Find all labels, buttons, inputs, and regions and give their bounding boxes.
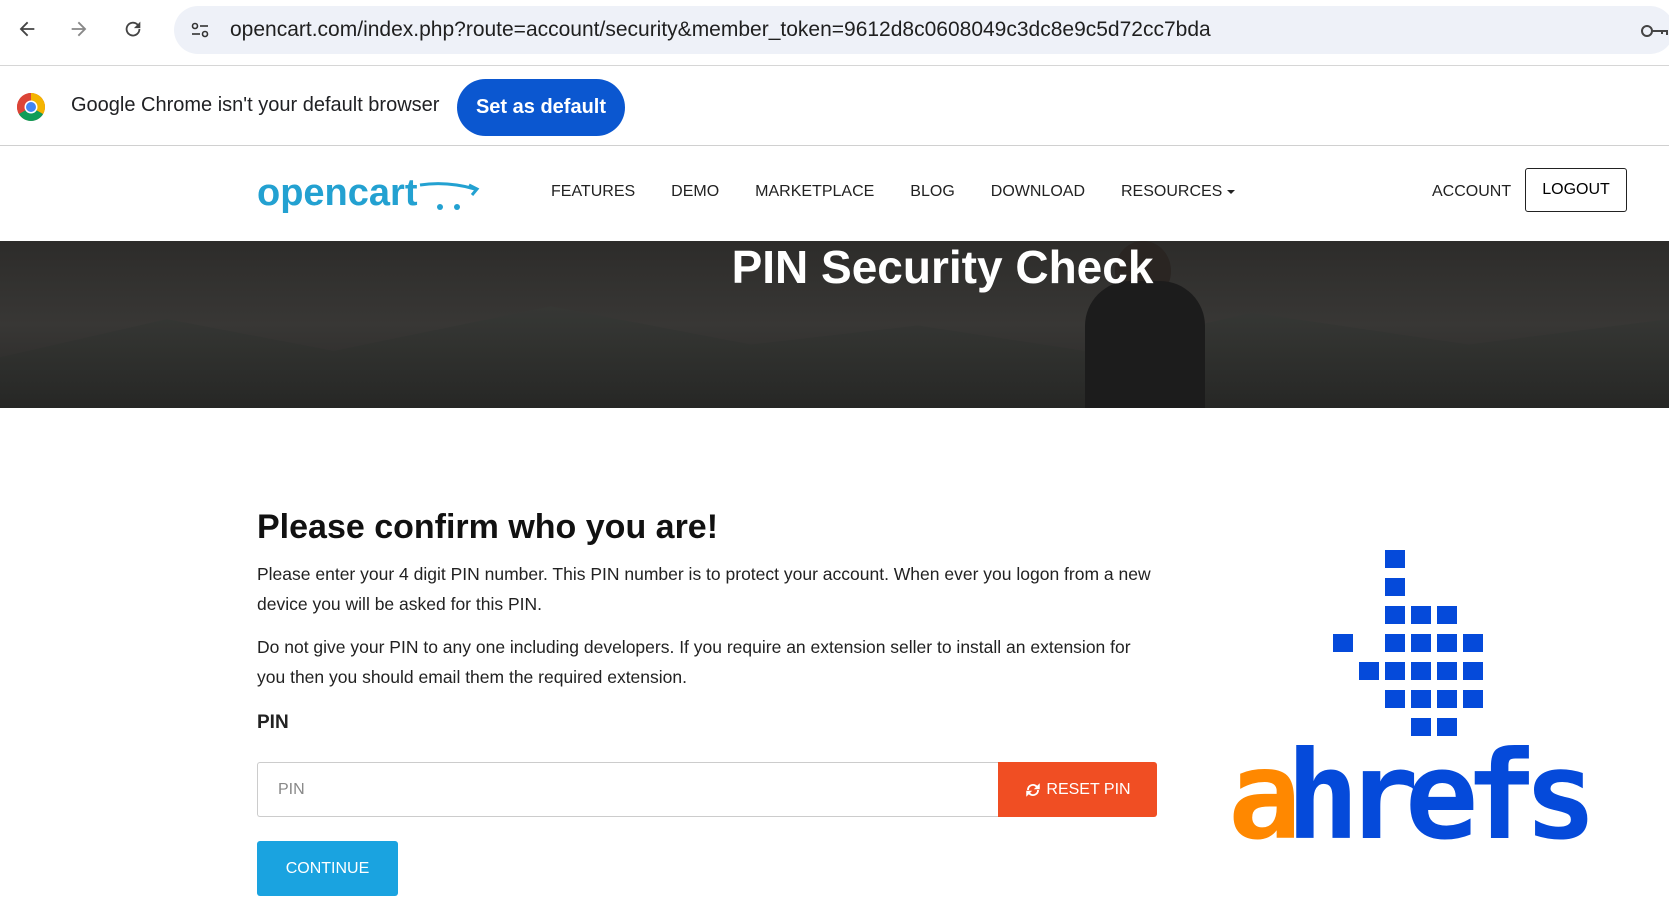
logo-text: opencart (257, 172, 418, 214)
nav-download[interactable]: DOWNLOAD (991, 183, 1085, 201)
main-nav: FEATURES DEMO MARKETPLACE BLOG DOWNLOAD … (551, 183, 1271, 201)
pin-input[interactable] (257, 762, 998, 817)
main-content: Please confirm who you are! Please enter… (257, 505, 1157, 896)
reload-button[interactable] (118, 14, 148, 44)
nav-features[interactable]: FEATURES (551, 183, 635, 201)
logout-button[interactable]: LOGOUT (1525, 168, 1627, 212)
pin-label: PIN (257, 712, 289, 733)
refresh-icon (1026, 782, 1041, 797)
arrow-left-icon (19, 21, 35, 37)
warning-paragraph: Do not give your PIN to any one includin… (257, 637, 1131, 687)
mountain-background (0, 306, 1669, 408)
instructions-paragraph: Please enter your 4 digit PIN number. Th… (257, 564, 1151, 614)
nav-resources-label: RESOURCES (1121, 183, 1223, 200)
confirm-heading: Please confirm who you are! (257, 508, 719, 546)
nav-resources[interactable]: RESOURCES (1121, 183, 1236, 201)
account-link[interactable]: ACCOUNT (1432, 183, 1511, 201)
reset-pin-button[interactable]: RESET PIN (998, 762, 1157, 817)
pin-input-group: RESET PIN (257, 762, 1157, 817)
arrow-right-icon (71, 21, 87, 37)
browser-toolbar: opencart.com/index.php?route=account/sec… (0, 0, 1669, 60)
reload-icon (125, 21, 141, 37)
site-header: opencart FEATURES DEMO MARKETPLACE BLOG … (0, 147, 1669, 241)
nav-blog[interactable]: BLOG (910, 183, 954, 201)
site-settings-icon[interactable] (178, 8, 222, 52)
chrome-logo-icon (17, 93, 45, 121)
nav-demo[interactable]: DEMO (671, 183, 719, 201)
continue-button[interactable]: CONTINUE (257, 841, 398, 896)
reset-pin-label: RESET PIN (1046, 780, 1131, 798)
back-button[interactable] (12, 14, 42, 44)
ahrefs-hrefs: hrefs (1286, 725, 1588, 848)
forward-button[interactable] (64, 14, 94, 44)
set-as-default-button[interactable]: Set as default (457, 79, 625, 136)
url-text[interactable]: opencart.com/index.php?route=account/sec… (230, 18, 1211, 42)
opencart-logo[interactable]: opencart (257, 167, 482, 217)
address-bar[interactable]: opencart.com/index.php?route=account/sec… (174, 6, 1669, 54)
ahrefs-logo: a hrefs (1228, 550, 1602, 848)
ahrefs-a: a (1228, 725, 1294, 848)
page-title: PIN Security Check (731, 241, 1154, 293)
default-browser-infobar: Google Chrome isn't your default browser… (0, 66, 1669, 146)
caret-down-icon (1227, 189, 1236, 194)
nav-marketplace[interactable]: MARKETPLACE (755, 183, 874, 201)
key-icon[interactable] (1639, 18, 1669, 44)
infobar-message: Google Chrome isn't your default browser (71, 94, 440, 116)
hero-person (1085, 281, 1205, 408)
hero-banner: PIN Security Check (0, 241, 1669, 408)
